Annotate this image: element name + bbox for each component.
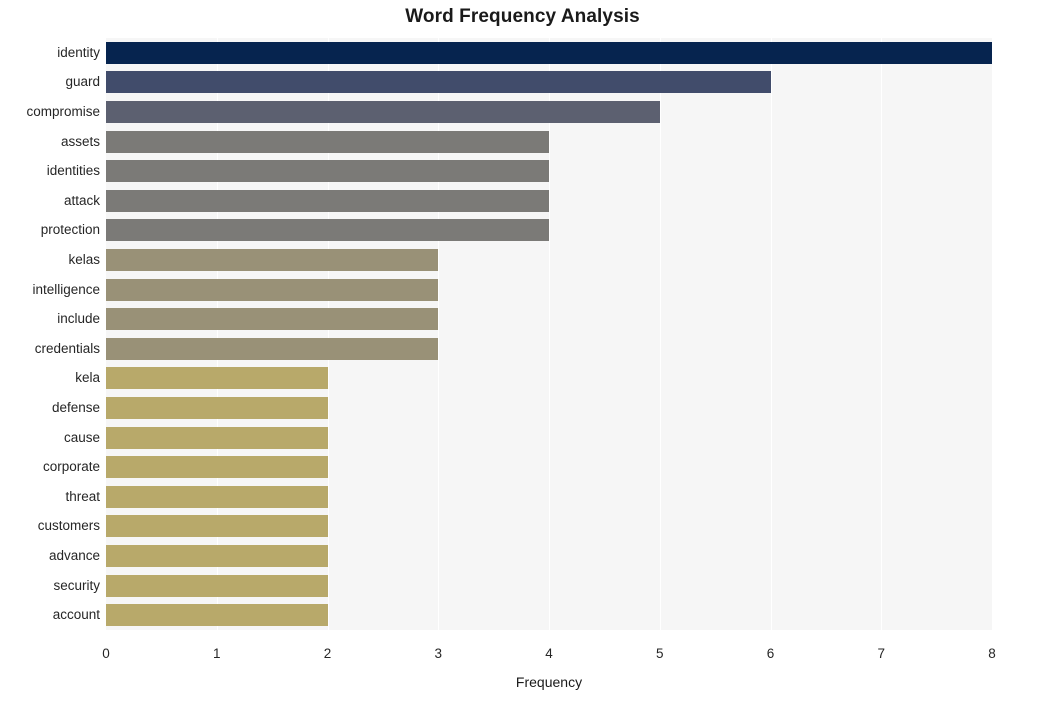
y-axis: identity guard compromise assets identities a…	[0, 38, 100, 630]
bar[interactable]	[106, 604, 328, 627]
x-tick-label: 4	[545, 646, 553, 661]
y-tick-label: include	[57, 311, 100, 327]
bar[interactable]	[106, 160, 549, 183]
bar[interactable]	[106, 456, 328, 479]
bar[interactable]	[106, 130, 549, 153]
x-tick-label: 1	[212, 646, 221, 661]
x-tick-label: 3	[434, 646, 442, 661]
y-tick-label: advance	[48, 548, 100, 563]
y-tick-label: account	[52, 607, 100, 623]
bar[interactable]	[106, 189, 549, 212]
y-tick-label: intelligence	[32, 281, 100, 297]
page-title: Word Frequency Analysis	[405, 6, 640, 27]
y-tick-label: cause	[63, 429, 100, 445]
y-tick-label: corporate	[42, 459, 100, 475]
bar[interactable]	[106, 101, 660, 123]
y-tick-label: kelas	[68, 252, 100, 267]
x-tick-label: 5	[655, 646, 664, 661]
bar[interactable]	[106, 397, 328, 419]
bar[interactable]	[106, 545, 328, 567]
bar[interactable]	[106, 278, 439, 301]
y-tick-label: defense	[51, 400, 100, 415]
bar[interactable]	[106, 71, 771, 94]
bar[interactable]	[106, 219, 549, 242]
x-axis-label: Frequency	[515, 674, 583, 690]
bar[interactable]	[106, 574, 328, 597]
y-tick-label: attack	[63, 192, 100, 208]
bar[interactable]	[106, 426, 328, 449]
y-tick-label: threat	[65, 488, 100, 504]
bar[interactable]	[106, 515, 328, 538]
y-tick-label: security	[53, 577, 100, 593]
x-tick-label: 2	[323, 646, 332, 661]
y-tick-label: protection	[40, 222, 100, 238]
y-tick-label: compromise	[26, 104, 100, 119]
y-tick-label: guard	[65, 74, 100, 90]
x-axis: 0 1 2 3 4 5 6 7 8	[102, 630, 996, 661]
x-tick-label: 0	[102, 646, 110, 661]
y-tick-label: assets	[60, 133, 100, 149]
chart-figure: Word Frequency Analysis identity guard com…	[0, 0, 1045, 701]
bar[interactable]	[106, 337, 439, 360]
bars-container	[106, 38, 992, 630]
bar[interactable]	[106, 41, 992, 64]
y-tick-label: identity	[57, 44, 100, 60]
y-tick-label: credentials	[34, 340, 100, 356]
gridline	[992, 38, 993, 630]
x-tick-label: 7	[877, 646, 885, 661]
x-tick-label: 6	[766, 646, 775, 661]
bar[interactable]	[106, 367, 328, 390]
bar[interactable]	[106, 485, 328, 508]
x-tick-label: 8	[988, 646, 996, 661]
bar[interactable]	[106, 308, 439, 331]
y-tick-label: identities	[46, 163, 100, 179]
y-tick-label: kela	[75, 370, 100, 386]
y-tick-label: customers	[37, 518, 100, 534]
bar[interactable]	[106, 249, 439, 271]
